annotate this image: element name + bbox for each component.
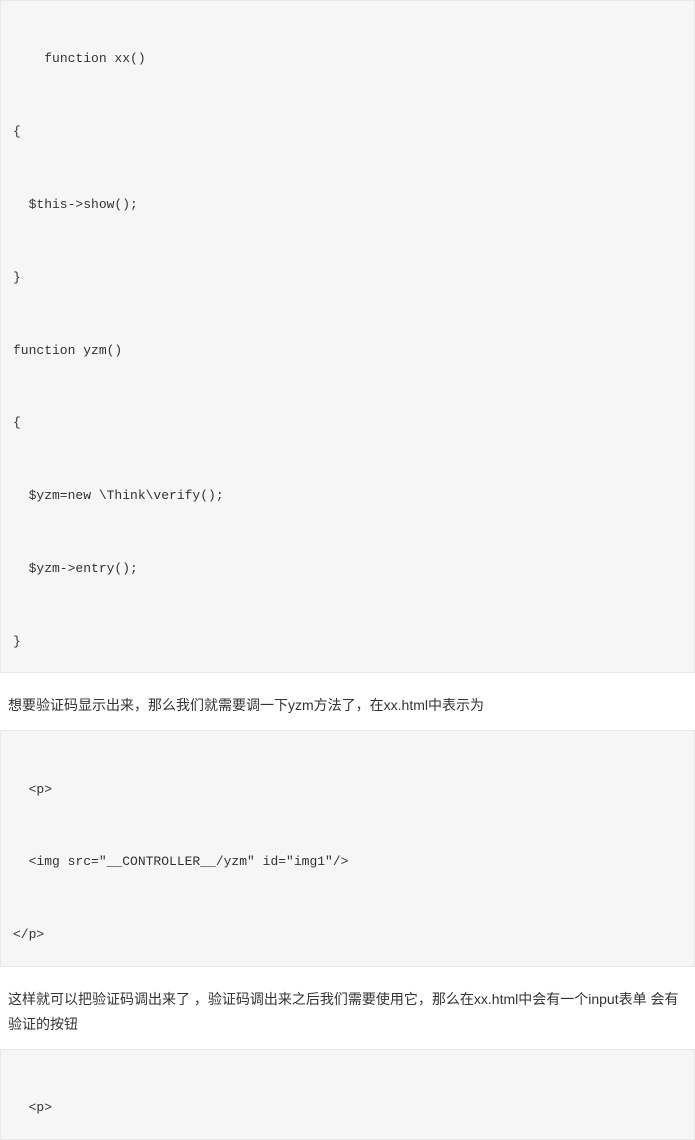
code-text: <p> <img src="__CONTROLLER__/yzm" id="im… [13, 782, 348, 943]
code-block-html-img: <p> <img src="__CONTROLLER__/yzm" id="im… [0, 730, 695, 966]
paragraph-1: 想要验证码显示出来，那么我们就需要调一下yzm方法了，在xx.html中表示为 [0, 689, 695, 730]
code-text: <p> [29, 1100, 52, 1115]
code-text: function xx() { $this->show(); } functio… [13, 51, 224, 648]
code-block-php: function xx() { $this->show(); } functio… [0, 0, 695, 673]
paragraph-2: 这样就可以把验证码调出来了 ，验证码调出来之后我们需要使用它，那么在xx.htm… [0, 983, 695, 1049]
code-block-html-p: <p> [0, 1049, 695, 1140]
